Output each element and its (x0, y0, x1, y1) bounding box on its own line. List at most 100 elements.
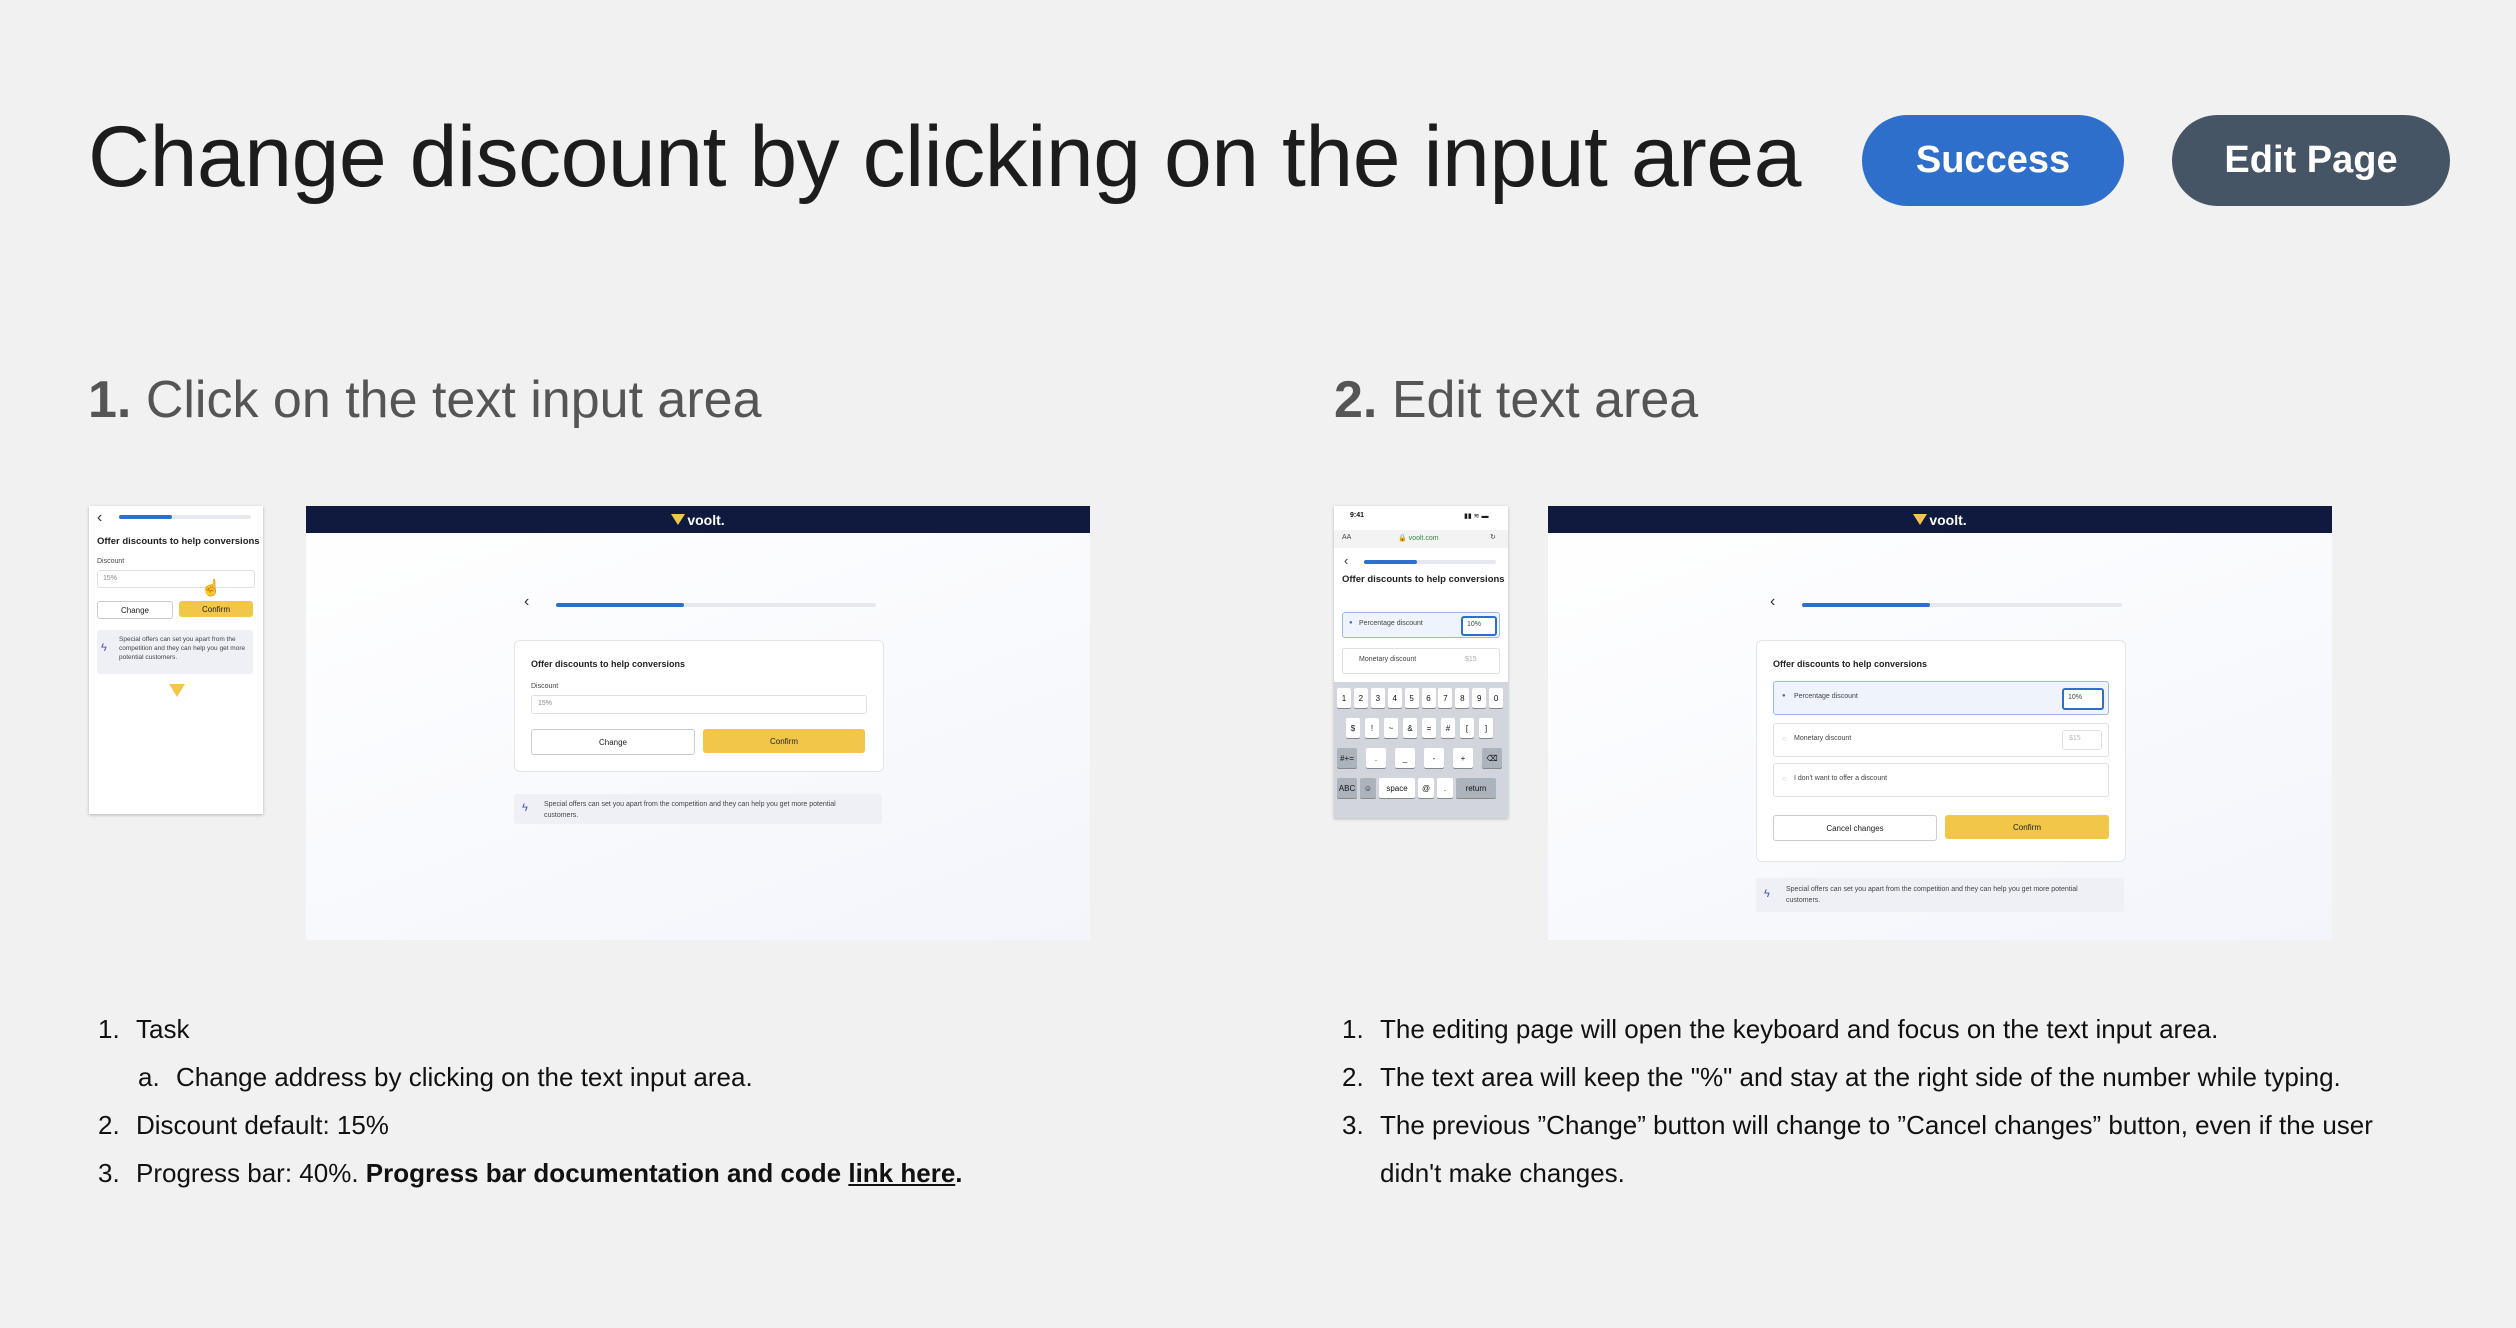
step1-title: Click on the text input area (145, 371, 762, 429)
voolt-logo-icon (671, 514, 686, 525)
bolt-icon: ϟ (522, 802, 528, 814)
cancel-changes-button[interactable]: Cancel changes (1773, 815, 1937, 841)
keyboard-key[interactable]: space (1379, 778, 1415, 798)
keyboard-key[interactable]: return (1456, 778, 1496, 798)
step2-number: 2. (1334, 371, 1378, 429)
browser-bar: AA 🔒 voolt.com ↻ (1334, 530, 1508, 548)
edit-page-button[interactable]: Edit Page (2172, 115, 2450, 206)
back-chevron-icon[interactable]: ‹ (97, 510, 102, 526)
url-bar[interactable]: 🔒 voolt.com (1398, 534, 1439, 542)
percentage-input[interactable]: 10% (1461, 616, 1497, 636)
keyboard-key[interactable]: _ (1395, 748, 1415, 768)
monetary-option[interactable]: Monetary discount $15 (1342, 648, 1500, 674)
keyboard-key[interactable]: 0 (1489, 688, 1504, 708)
documentation-link[interactable]: link here (848, 1158, 955, 1188)
step2-mobile-mock: 9:41 ▮▮ ≋ ▬ AA 🔒 voolt.com ↻ ‹ Offer dis… (1334, 506, 1508, 818)
keyboard-key[interactable]: #+= (1337, 748, 1357, 768)
mobile-heading: Offer discounts to help conversions (97, 536, 260, 547)
confirm-button[interactable]: Confirm (179, 601, 253, 617)
keyboard-key[interactable]: & (1403, 718, 1417, 738)
keyboard-key[interactable]: 7 (1438, 688, 1453, 708)
back-chevron-icon[interactable]: ‹ (1344, 554, 1348, 567)
keyboard-key[interactable]: . (1366, 748, 1386, 768)
voolt-logo-icon (1913, 514, 1928, 525)
step1-heading: 1. Click on the text input area (88, 370, 762, 430)
brand-logo: voolt. (671, 512, 725, 528)
step1-mobile-mock: ‹ Offer discounts to help conversions Di… (89, 506, 263, 814)
list-item: 2. The text area will keep the "%" and st… (1342, 1062, 2341, 1092)
brand-logo: voolt. (1913, 512, 1967, 528)
list-item: 3. Progress bar: 40%. Progress bar docume… (98, 1158, 963, 1188)
keyboard-key[interactable]: = (1422, 718, 1436, 738)
keyboard-key[interactable]: ⌫ (1482, 748, 1502, 768)
radio-selected-icon: ● (1782, 693, 1786, 699)
back-chevron-icon[interactable]: ‹ (1770, 594, 1775, 610)
keyboard-key[interactable]: 3 (1370, 688, 1385, 708)
keyboard-key[interactable]: 9 (1472, 688, 1487, 708)
keyboard-key[interactable]: ☺ (1360, 778, 1376, 798)
keyboard-key[interactable]: 5 (1404, 688, 1419, 708)
monetary-option[interactable]: ○ Monetary discount $15 (1773, 723, 2109, 757)
step2-title: Edit text area (1391, 371, 1699, 429)
list-item: 2. Discount default: 15% (98, 1110, 389, 1140)
voolt-logo-icon (169, 684, 185, 697)
discount-card: Offer discounts to help conversions Disc… (514, 640, 884, 772)
list-item: a. Change address by clicking on the text… (138, 1062, 753, 1092)
tip-text: Special offers can set you apart from th… (1786, 886, 2078, 904)
progress-fill (119, 515, 172, 519)
confirm-button[interactable]: Confirm (703, 729, 865, 753)
keyboard-key[interactable]: ABC (1337, 778, 1357, 798)
confirm-button[interactable]: Confirm (1945, 815, 2109, 839)
mobile-heading: Offer discounts to help conversions (1342, 574, 1505, 585)
radio-selected-icon: ● (1349, 620, 1353, 626)
progress-fill (556, 603, 684, 607)
keyboard-key[interactable]: ~ (1384, 718, 1398, 738)
navbar: voolt. (306, 506, 1090, 533)
radio-empty-icon: ○ (1782, 774, 1787, 783)
discount-input[interactable]: 15% (531, 695, 867, 714)
no-discount-option[interactable]: ○ I don't want to offer a discount (1773, 763, 2109, 797)
success-button[interactable]: Success (1862, 115, 2124, 206)
keyboard-key[interactable]: $ (1346, 718, 1360, 738)
progress-fill (1802, 603, 1930, 607)
keyboard-key[interactable]: 6 (1421, 688, 1436, 708)
keyboard-key[interactable]: . (1437, 778, 1453, 798)
discount-label: Discount (531, 683, 559, 690)
keyboard-key[interactable]: ] (1479, 718, 1493, 738)
list-item: 1. Task (98, 1014, 190, 1044)
monetary-input[interactable]: $15 (2062, 730, 2102, 750)
status-icons: ▮▮ ≋ ▬ (1464, 513, 1489, 520)
keyboard-key[interactable]: 1 (1337, 688, 1351, 708)
step1-number: 1. (88, 371, 132, 429)
status-time: 9:41 (1350, 512, 1365, 519)
keyboard-key[interactable]: 2 (1353, 688, 1368, 708)
keyboard-key[interactable]: ! (1365, 718, 1379, 738)
keyboard: 1 2 3 4 5 6 7 8 9 0 $! ~ & = #[] #+=. _ - + ⌫ ABC ☺ space @. ret… (1334, 682, 1508, 818)
text-size-button[interactable]: AA (1342, 534, 1351, 541)
percentage-option[interactable]: ● Percentage discount 10% (1773, 681, 2109, 715)
keyboard-key[interactable]: 8 (1455, 688, 1470, 708)
reload-icon[interactable]: ↻ (1490, 533, 1496, 541)
card-heading: Offer discounts to help conversions (1773, 659, 1928, 669)
percentage-input[interactable]: 10% (2062, 688, 2104, 710)
list-item: 1. The editing page will open the keyboar… (1342, 1014, 2219, 1044)
keyboard-key[interactable]: 4 (1387, 688, 1402, 708)
progress-bar (556, 603, 876, 607)
keyboard-key[interactable]: @ (1418, 778, 1434, 798)
discount-input[interactable]: 15% (97, 570, 255, 588)
back-chevron-icon[interactable]: ‹ (524, 594, 529, 610)
progress-bar (119, 515, 251, 519)
tip-box: ϟ Special offers can set you apart from … (514, 794, 882, 824)
change-button[interactable]: Change (531, 729, 695, 755)
keyboard-key[interactable]: # (1441, 718, 1455, 738)
page-title: Change discount by clicking on the input… (88, 109, 1801, 205)
change-button[interactable]: Change (97, 601, 173, 619)
percentage-option[interactable]: ● Percentage discount 10% (1342, 612, 1500, 638)
keyboard-key[interactable]: - (1424, 748, 1444, 768)
keyboard-key[interactable]: [ (1460, 718, 1474, 738)
list-item: 3. The previous ”Change” button will chan… (1342, 1110, 2373, 1140)
tip-text: Special offers can set you apart from th… (544, 801, 836, 819)
step2-desktop-mock: voolt. ‹ Offer discounts to help convers… (1548, 506, 2332, 940)
keyboard-key[interactable]: + (1453, 748, 1473, 768)
navbar: voolt. (1548, 506, 2332, 533)
